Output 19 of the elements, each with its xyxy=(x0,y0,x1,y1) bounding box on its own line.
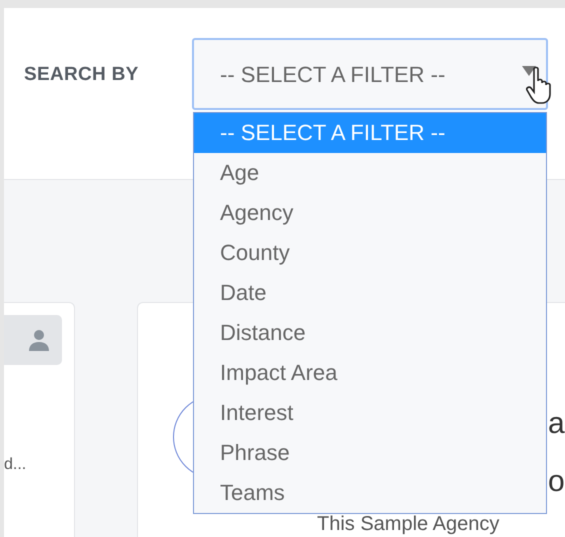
card-text: d... xyxy=(4,455,28,475)
filter-option[interactable]: Agency xyxy=(194,193,546,233)
search-by-label: SEARCH BY xyxy=(24,64,139,85)
filter-select[interactable]: -- SELECT A FILTER -- xyxy=(192,38,548,110)
filter-option[interactable]: Phrase xyxy=(194,433,546,473)
card-title-text: a xyxy=(548,406,565,442)
filter-option[interactable]: Distance xyxy=(194,313,546,353)
filter-option[interactable]: Impact Area xyxy=(194,353,546,393)
user-icon xyxy=(28,329,50,351)
filter-option[interactable]: Teams xyxy=(194,473,546,513)
profile-button[interactable] xyxy=(4,315,62,365)
filter-option[interactable]: Age xyxy=(194,153,546,193)
filter-option[interactable]: Date xyxy=(194,273,546,313)
filter-option[interactable]: -- SELECT A FILTER -- xyxy=(194,113,546,153)
filter-option[interactable]: Interest xyxy=(194,393,546,433)
agency-name: This Sample Agency xyxy=(317,514,500,535)
caret-icon xyxy=(522,66,536,76)
filter-option[interactable]: County xyxy=(194,233,546,273)
card-title-text: o xyxy=(548,464,565,500)
